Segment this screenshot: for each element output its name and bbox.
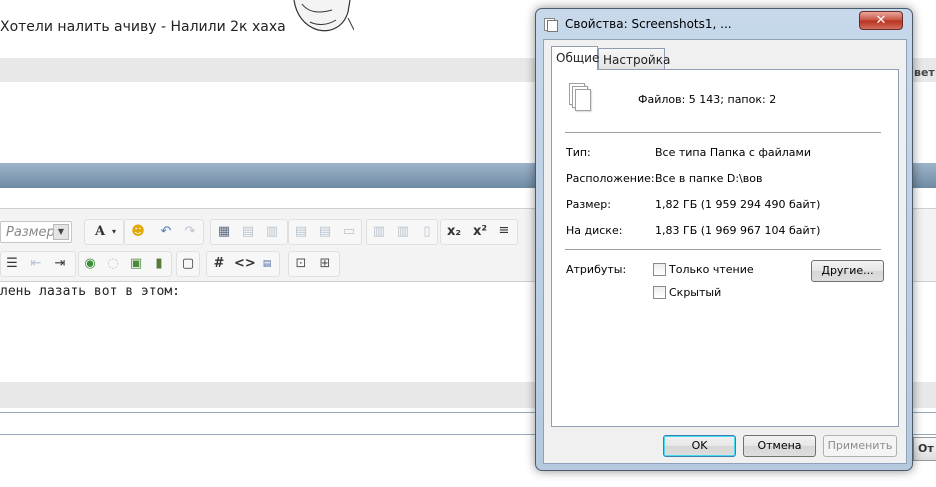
indent-icon[interactable]: ⇥: [51, 255, 69, 273]
font-size-select[interactable]: Размер ▼: [0, 221, 72, 243]
smiley-icon[interactable]: ☻: [129, 223, 147, 241]
disk-size-value: 1,83 ГБ (1 969 967 104 байт): [655, 224, 821, 237]
hash-icon[interactable]: #: [210, 255, 228, 273]
table-group: ▦ ▤ ▥: [210, 219, 288, 245]
undo-icon[interactable]: ↶: [157, 223, 175, 241]
script-group: x₂ x² ≡: [440, 219, 518, 245]
hidden-checkbox[interactable]: [653, 286, 666, 299]
size-label: Размер:: [566, 198, 611, 211]
readonly-label[interactable]: Только чтение: [669, 263, 754, 276]
hr-icon[interactable]: ≡: [495, 222, 513, 240]
type-label: Тип:: [566, 146, 591, 159]
list-group: ☰ ⇤ ⇥: [0, 251, 76, 277]
post-text: Хотели налить ачиву - Налили 2к хаха: [0, 19, 286, 35]
row-below-icon[interactable]: ▤: [316, 223, 334, 241]
size-value: 1,82 ГБ (1 959 294 490 байт): [655, 198, 821, 211]
location-value: Все в папке D:\вов: [655, 172, 763, 185]
column-group: ▥ ▥ ▯: [366, 219, 438, 245]
readonly-checkbox[interactable]: [653, 263, 666, 276]
editor-content[interactable]: лень лазать вот в этом:: [0, 284, 180, 299]
redo-icon[interactable]: ↷: [181, 223, 199, 241]
image-icon[interactable]: ▣: [127, 255, 145, 273]
video-icon[interactable]: ▮: [150, 255, 168, 273]
spoiler-icon[interactable]: ⊡: [292, 255, 310, 273]
smiley-undo-group: ☻ ↶ ↷: [124, 219, 204, 245]
outdent-icon[interactable]: ⇤: [27, 255, 45, 273]
location-label: Расположение:: [566, 172, 655, 185]
hidden-label[interactable]: Скрытый: [669, 286, 721, 299]
quote-group: ▢: [176, 251, 200, 277]
type-value: Все типа Папка с файлами: [655, 146, 811, 159]
general-tab-page: Файлов: 5 143; папок: 2 Тип: Все типа Па…: [551, 69, 899, 427]
table-icon[interactable]: ▦: [215, 223, 233, 241]
more-icon[interactable]: ⊞: [316, 255, 334, 273]
col-right-icon[interactable]: ▥: [394, 223, 412, 241]
meme-image: [288, 0, 354, 34]
table-props-icon[interactable]: ▤: [239, 223, 257, 241]
close-button[interactable]: ✕: [859, 11, 903, 30]
table-delete-icon[interactable]: ▥: [263, 223, 281, 241]
properties-dialog: Свойства: Screenshots1, ... ✕ Общие Наст…: [535, 8, 913, 471]
col-left-icon[interactable]: ▥: [370, 223, 388, 241]
apply-button[interactable]: Применить: [823, 435, 897, 457]
side-action-button[interactable]: От: [913, 437, 936, 461]
extra-group: ⊡ ⊞: [288, 251, 340, 277]
files-summary: Файлов: 5 143; папок: 2: [638, 93, 777, 106]
dialog-title: Свойства: Screenshots1, ...: [565, 17, 732, 31]
advanced-button[interactable]: Другие...: [811, 260, 884, 282]
insert-group: ◉ ◌ ▣ ▮: [78, 251, 172, 277]
separator: [565, 249, 881, 250]
attributes-label: Атрибуты:: [566, 263, 627, 276]
bullet-list-icon[interactable]: ☰: [3, 255, 21, 273]
ok-button[interactable]: OK: [663, 435, 736, 457]
superscript-icon[interactable]: x²: [471, 223, 489, 241]
multiple-files-icon: [569, 83, 593, 113]
cancel-button[interactable]: Отмена: [743, 435, 816, 457]
font-color-group: A ▾: [84, 219, 124, 245]
php-icon[interactable]: ▤: [258, 255, 276, 273]
unlink-icon[interactable]: ◌: [104, 255, 122, 273]
row-group: ▤ ▤ ▭: [288, 219, 362, 245]
code-icon[interactable]: <>: [234, 255, 256, 273]
link-globe-icon[interactable]: ◉: [81, 255, 99, 273]
font-size-placeholder: Размер: [6, 225, 55, 240]
folder-files-icon: [544, 18, 559, 32]
reply-label: вет: [914, 66, 935, 79]
row-above-icon[interactable]: ▤: [292, 223, 310, 241]
tab-customize[interactable]: Настройка: [598, 48, 670, 69]
subscript-icon[interactable]: x₂: [445, 223, 463, 241]
tab-general[interactable]: Общие: [551, 46, 599, 70]
disk-size-label: На диске:: [566, 224, 623, 237]
row-delete-icon[interactable]: ▭: [340, 223, 358, 241]
dialog-client: Общие Настройка Файлов: 5 143; папок: 2 …: [543, 39, 907, 464]
quote-icon[interactable]: ▢: [179, 255, 197, 273]
separator: [565, 132, 881, 133]
col-delete-icon[interactable]: ▯: [418, 223, 436, 241]
code-group: # <> ▤: [206, 251, 280, 277]
chevron-down-icon[interactable]: ▼: [53, 224, 69, 240]
chevron-down-icon[interactable]: ▾: [105, 223, 123, 241]
